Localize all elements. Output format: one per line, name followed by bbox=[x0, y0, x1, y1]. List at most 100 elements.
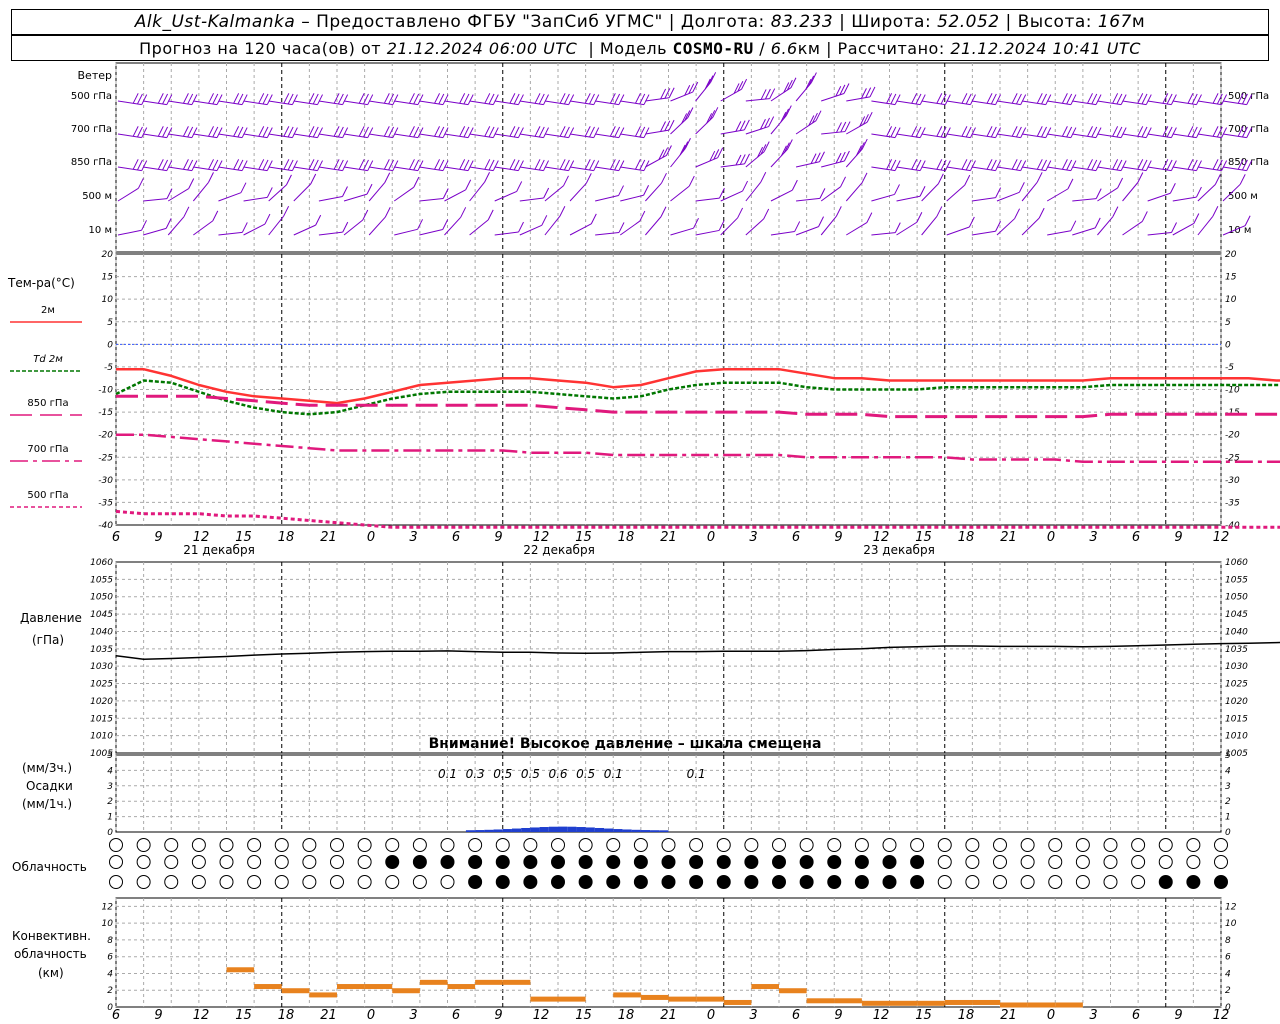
wind-barb bbox=[821, 160, 845, 168]
wind-barb-flag bbox=[543, 127, 549, 138]
wind-barb bbox=[1197, 184, 1216, 202]
wind-barb-flag bbox=[844, 121, 851, 132]
convective-bar bbox=[281, 988, 310, 994]
wind-barb-flag bbox=[919, 94, 926, 105]
hour-tick-bottom: 21 bbox=[320, 1008, 337, 1023]
wind-barb-flag bbox=[1196, 186, 1202, 198]
convective-bar bbox=[254, 984, 282, 990]
wind-barb-flag bbox=[208, 172, 214, 183]
pressure-axis-ytick-left: 1060 bbox=[90, 558, 113, 568]
convective-bar bbox=[668, 996, 697, 1002]
wind-barb-flag bbox=[188, 178, 195, 189]
wind-barb bbox=[293, 183, 312, 202]
hour-tick-bottom: 18 bbox=[958, 1008, 975, 1023]
precip-axis-ytick-left: 1 bbox=[107, 813, 113, 823]
wind-barb-flag bbox=[643, 127, 650, 138]
cloud-symbol bbox=[247, 875, 262, 889]
cloud-symbol bbox=[578, 875, 593, 889]
pressure-axis-ytick-right: 1040 bbox=[1225, 627, 1248, 637]
wind-barb-flag bbox=[484, 126, 491, 137]
wind-barb-flag bbox=[1041, 126, 1047, 138]
hour-tick: 9 bbox=[154, 530, 162, 545]
wind-barb-flag bbox=[513, 93, 520, 105]
convective-axis-ytick-left: 2 bbox=[107, 986, 113, 996]
hour-tick-bottom: 0 bbox=[367, 1008, 375, 1023]
pressure-line bbox=[115, 641, 1280, 660]
cloud-symbol bbox=[164, 855, 179, 869]
precip-bar bbox=[594, 827, 605, 832]
wind-barb-flag bbox=[543, 187, 550, 199]
wind-barb-flag bbox=[459, 126, 466, 137]
convective-axis-ytick-right: 8 bbox=[1225, 936, 1231, 946]
pressure-axis-ytick-right: 1060 bbox=[1225, 558, 1248, 568]
convective-axis-ytick-left: 4 bbox=[107, 969, 113, 979]
wind-barb-flag bbox=[791, 179, 798, 191]
wind-barb-flag bbox=[894, 222, 901, 233]
precip-bar bbox=[530, 827, 540, 832]
cloud-symbol bbox=[191, 855, 206, 869]
wind-barb-flag bbox=[1141, 126, 1148, 138]
wind-barb-flag bbox=[964, 174, 971, 186]
wind-barb-flag bbox=[763, 208, 770, 220]
wind-barb-flag bbox=[434, 126, 440, 137]
wind-barb-flag bbox=[367, 160, 374, 171]
wind-barb bbox=[318, 231, 343, 236]
wind-barb bbox=[846, 222, 868, 236]
pressure-axis-ytick-right: 1045 bbox=[1225, 610, 1248, 620]
cloud-symbol bbox=[523, 855, 538, 869]
wind-barb-flag bbox=[737, 207, 744, 219]
precip-bar bbox=[640, 830, 651, 832]
wind-barb bbox=[971, 197, 996, 202]
cloud-symbol bbox=[1075, 838, 1090, 852]
wind-barb bbox=[846, 96, 871, 102]
cloud-symbol bbox=[302, 855, 317, 869]
wind-barb-flag bbox=[866, 111, 873, 123]
temp-legend-label: Td 2м bbox=[33, 354, 63, 365]
wind-barb-flag bbox=[643, 94, 650, 105]
wind-barb-flag bbox=[358, 126, 365, 137]
wind-barb-flag bbox=[241, 127, 248, 138]
day-label: 23 декабря bbox=[863, 543, 935, 557]
cloud-symbol bbox=[551, 838, 565, 852]
hour-tick-bottom: 9 bbox=[494, 1008, 502, 1023]
wind-barb-flag bbox=[417, 127, 424, 138]
wind-barb-flag bbox=[367, 94, 374, 105]
wind-barb-flag bbox=[836, 122, 842, 133]
cloud-symbol bbox=[1186, 875, 1201, 889]
convective-axis-ytick-right: 6 bbox=[1225, 953, 1231, 963]
temp-axis-ytick-left: 20 bbox=[102, 250, 114, 260]
precip-bar bbox=[548, 826, 558, 832]
wind-barb bbox=[1122, 182, 1139, 202]
wind-barb bbox=[368, 216, 386, 236]
precip-bar bbox=[631, 829, 641, 832]
cloud-symbol bbox=[937, 855, 952, 869]
hour-tick-bottom: 18 bbox=[278, 1008, 295, 1023]
temp-title: Тем-ра(°С) bbox=[7, 276, 75, 290]
hour-tick: 6 bbox=[112, 530, 120, 545]
wind-barb bbox=[720, 129, 745, 135]
cloud-symbol bbox=[965, 838, 980, 852]
convective-bar bbox=[779, 988, 807, 994]
wind-barb bbox=[946, 184, 966, 202]
wind-barb-flag bbox=[534, 93, 541, 104]
wind-barb-flag bbox=[467, 94, 474, 105]
wind-barb-flag bbox=[609, 126, 616, 137]
wind-barb-flag bbox=[342, 94, 349, 105]
wind-barb-flag bbox=[262, 126, 269, 138]
temp-axis-ytick-left: -25 bbox=[98, 453, 113, 463]
hour-tick-bottom: 3 bbox=[1089, 1008, 1097, 1023]
wind-barb bbox=[419, 228, 443, 236]
wind-barb bbox=[469, 181, 485, 202]
wind-barb-flag bbox=[944, 160, 951, 171]
wind-barb bbox=[1172, 196, 1197, 202]
day-label: 22 декабря bbox=[523, 543, 595, 557]
cloud-symbol bbox=[689, 855, 704, 869]
wind-barb-flag bbox=[1216, 126, 1223, 138]
cloud-symbol bbox=[772, 855, 786, 869]
temp-axis-ytick-right: 10 bbox=[1225, 295, 1237, 305]
temp-axis-ytick-right: 0 bbox=[1225, 340, 1231, 350]
wind-barb-flag bbox=[660, 206, 667, 217]
wind-barb-flag bbox=[488, 126, 495, 138]
wind-barb bbox=[645, 97, 670, 102]
cloud-symbol bbox=[772, 838, 786, 852]
